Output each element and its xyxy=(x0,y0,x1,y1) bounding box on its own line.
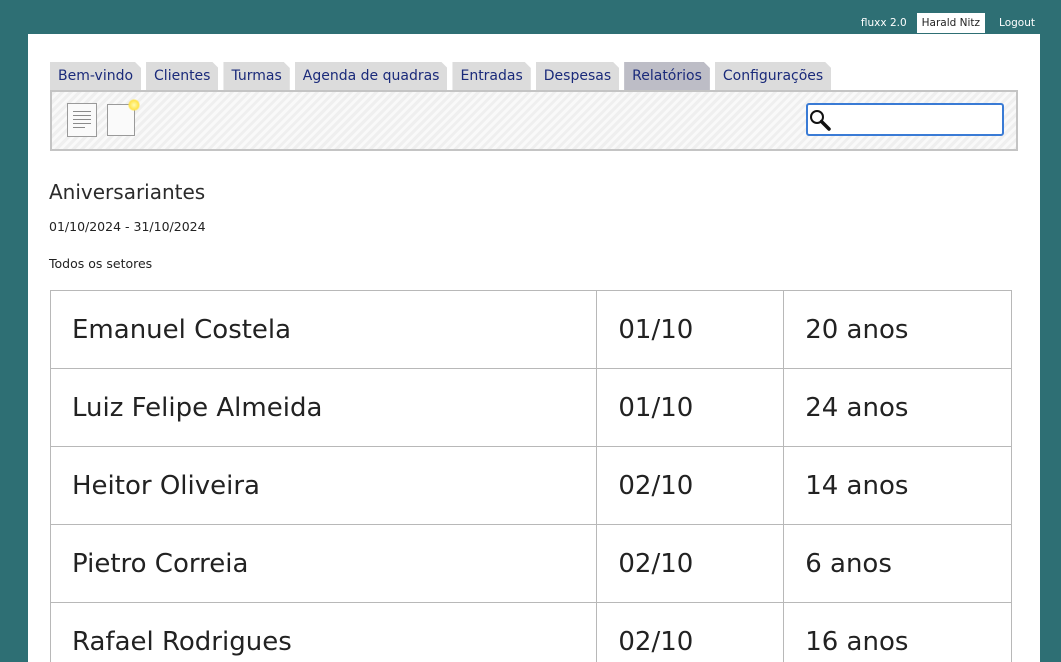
age-cell: 16 anos xyxy=(783,602,1012,662)
birthdays-table: Emanuel Costela 01/10 20 anos Luiz Felip… xyxy=(49,290,1012,662)
name-cell: Emanuel Costela xyxy=(49,290,598,369)
toolbar xyxy=(50,90,1018,151)
name-cell: Rafael Rodrigues xyxy=(49,602,598,662)
tab-despesas[interactable]: Despesas xyxy=(536,62,619,90)
tab-clientes[interactable]: Clientes xyxy=(146,62,218,90)
report-sector: Todos os setores xyxy=(49,256,153,271)
age-cell: 20 anos xyxy=(783,290,1012,369)
name-cell: Luiz Felipe Almeida xyxy=(49,368,598,447)
table-row: Pietro Correia 02/10 6 anos xyxy=(49,524,1012,603)
tab-bar: Bem-vindo Clientes Turmas Agenda de quad… xyxy=(50,62,831,90)
age-cell: 14 anos xyxy=(783,446,1012,525)
report-title: Aniversariantes xyxy=(49,180,206,204)
report-document-icon[interactable] xyxy=(67,103,97,137)
logout-link[interactable]: Logout xyxy=(993,17,1041,29)
date-cell: 02/10 xyxy=(596,446,785,525)
name-cell: Pietro Correia xyxy=(49,524,598,603)
app-version: fluxx 2.0 xyxy=(860,17,907,29)
report-date-range: 01/10/2024 - 31/10/2024 xyxy=(49,219,206,234)
tab-bem-vindo[interactable]: Bem-vindo xyxy=(50,62,141,90)
table-row: Emanuel Costela 01/10 20 anos xyxy=(49,290,1012,369)
user-name[interactable]: Harald Nitz xyxy=(916,13,986,33)
date-cell: 02/10 xyxy=(596,524,785,603)
date-cell: 01/10 xyxy=(596,290,785,369)
date-cell: 01/10 xyxy=(596,368,785,447)
search-input[interactable] xyxy=(832,106,1002,133)
search-box[interactable] xyxy=(806,103,1004,136)
tab-entradas[interactable]: Entradas xyxy=(452,62,530,90)
top-bar: fluxx 2.0 Harald Nitz Logout xyxy=(859,13,1041,33)
table-row: Luiz Felipe Almeida 01/10 24 anos xyxy=(49,368,1012,447)
new-document-icon[interactable] xyxy=(107,99,140,136)
table-row: Rafael Rodrigues 02/10 16 anos xyxy=(49,602,1012,662)
main-panel: Bem-vindo Clientes Turmas Agenda de quad… xyxy=(28,34,1040,662)
name-cell: Heitor Oliveira xyxy=(49,446,598,525)
age-cell: 6 anos xyxy=(783,524,1012,603)
tab-agenda-de-quadras[interactable]: Agenda de quadras xyxy=(295,62,448,90)
magnifier-icon xyxy=(808,106,832,134)
table-row: Heitor Oliveira 02/10 14 anos xyxy=(49,446,1012,525)
age-cell: 24 anos xyxy=(783,368,1012,447)
tab-relatorios[interactable]: Relatórios xyxy=(624,62,710,90)
tab-configuracoes[interactable]: Configurações xyxy=(715,62,831,90)
sparkle-icon xyxy=(128,99,140,111)
date-cell: 02/10 xyxy=(596,602,785,662)
tab-turmas[interactable]: Turmas xyxy=(223,62,289,90)
